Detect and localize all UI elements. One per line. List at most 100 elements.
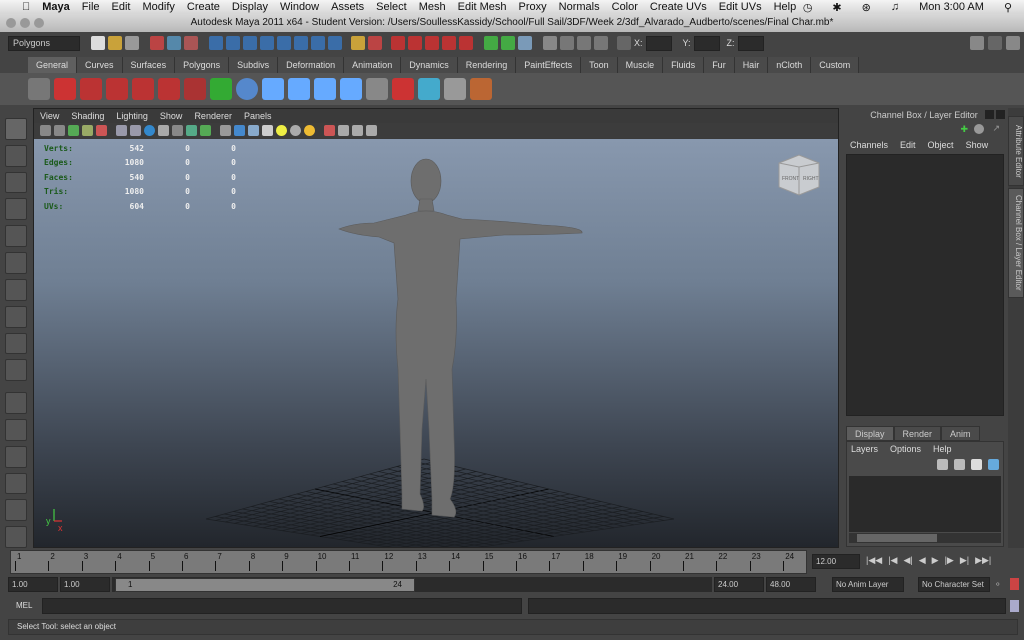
joint-icon[interactable] bbox=[340, 78, 362, 100]
save-scene-icon[interactable] bbox=[125, 36, 139, 50]
select-misc-icon[interactable] bbox=[328, 36, 342, 50]
render-settings-icon[interactable] bbox=[594, 36, 608, 50]
textured-icon[interactable] bbox=[262, 125, 273, 136]
menu-channels[interactable]: Channels bbox=[850, 138, 888, 152]
move-tool-icon[interactable] bbox=[5, 198, 27, 221]
menu-proxy[interactable]: Proxy bbox=[513, 1, 553, 13]
shelf-tab-subdivs[interactable]: Subdivs bbox=[229, 57, 279, 73]
snap-view-plane-icon[interactable] bbox=[442, 36, 456, 50]
select-camera-icon[interactable] bbox=[40, 125, 51, 136]
shelf-tab-toon[interactable]: Toon bbox=[581, 57, 618, 73]
shelf-tab-dynamics[interactable]: Dynamics bbox=[401, 57, 458, 73]
time-slider[interactable]: 1 2 3 4 5 6 7 8 9 10 11 12 13 14 15 16 17 18 19 20 21 22 23 24 bbox=[10, 550, 807, 574]
command-line-input[interactable] bbox=[42, 598, 522, 614]
gate-mask-icon[interactable] bbox=[158, 125, 169, 136]
step-forward-key-icon[interactable]: |▶ bbox=[945, 555, 954, 566]
minimize-window-button[interactable] bbox=[20, 18, 30, 28]
shelf-tab-custom[interactable]: Custom bbox=[811, 57, 860, 73]
wireframe-on-shaded-icon[interactable] bbox=[248, 125, 259, 136]
end-time-field[interactable]: 48.00 bbox=[766, 577, 816, 592]
ipr-render-icon[interactable] bbox=[577, 36, 591, 50]
menu-assets[interactable]: Assets bbox=[325, 1, 370, 13]
viewport-menu-renderer[interactable]: Renderer bbox=[194, 109, 232, 123]
menu-options[interactable]: Options bbox=[890, 442, 921, 456]
tab-attribute-editor[interactable]: Attribute Editor bbox=[1008, 116, 1024, 186]
grid-icon[interactable] bbox=[116, 125, 127, 136]
start-time-field[interactable]: 1.00 bbox=[8, 577, 58, 592]
menu-create[interactable]: Create bbox=[181, 1, 226, 13]
menu-modify[interactable]: Modify bbox=[136, 1, 180, 13]
horizontal-scrollbar[interactable] bbox=[849, 533, 1001, 543]
scale-tool-icon[interactable] bbox=[5, 252, 27, 274]
viewcube-right-face[interactable]: RIGHT bbox=[803, 176, 819, 182]
channel-list[interactable] bbox=[846, 154, 1004, 416]
clock[interactable]: Mon 3:00 AM bbox=[913, 1, 990, 13]
shelf-tool-icon[interactable] bbox=[470, 78, 492, 100]
shelf-tool-icon[interactable] bbox=[392, 78, 414, 100]
playback-end-field[interactable]: 24.00 bbox=[714, 577, 764, 592]
shelf-tool-icon[interactable] bbox=[80, 78, 102, 100]
menu-window[interactable]: Window bbox=[274, 1, 325, 13]
safe-title-icon[interactable] bbox=[200, 125, 211, 136]
snap-curve-icon[interactable] bbox=[408, 36, 422, 50]
persp-outliner-layout-icon[interactable] bbox=[5, 472, 27, 495]
go-to-end-icon[interactable]: ▶▶| bbox=[975, 555, 991, 566]
shelf-tab-curves[interactable]: Curves bbox=[77, 57, 123, 73]
shelf-tab-animation[interactable]: Animation bbox=[344, 57, 402, 73]
joint-icon[interactable] bbox=[262, 78, 284, 100]
bookmarks-icon[interactable] bbox=[68, 125, 79, 136]
menu-color[interactable]: Color bbox=[606, 1, 644, 13]
move-layer-up-icon[interactable] bbox=[937, 459, 948, 470]
shelf-tab-muscle[interactable]: Muscle bbox=[617, 57, 664, 73]
persp-graph-layout-icon[interactable] bbox=[5, 445, 27, 468]
shelf-tab-fluids[interactable]: Fluids bbox=[663, 57, 705, 73]
manipulator-tool-icon[interactable] bbox=[5, 278, 27, 301]
shading-icon[interactable] bbox=[974, 124, 984, 134]
select-rendering-icon[interactable] bbox=[311, 36, 325, 50]
step-forward-frame-icon[interactable]: ▶| bbox=[960, 555, 969, 566]
bluetooth-icon[interactable]: ✱ bbox=[826, 1, 847, 14]
film-reel-icon[interactable] bbox=[28, 78, 50, 100]
close-window-button[interactable] bbox=[6, 18, 16, 28]
menu-layers[interactable]: Layers bbox=[851, 442, 878, 456]
new-scene-icon[interactable] bbox=[91, 36, 105, 50]
apple-icon[interactable]:  bbox=[16, 1, 36, 13]
soft-mod-tool-icon[interactable] bbox=[5, 305, 27, 328]
select-deformations-icon[interactable] bbox=[277, 36, 291, 50]
menu-display[interactable]: Display bbox=[226, 1, 274, 13]
select-tool-icon[interactable] bbox=[5, 118, 27, 140]
input-connections-icon[interactable] bbox=[484, 36, 498, 50]
open-scene-icon[interactable] bbox=[108, 36, 122, 50]
play-forwards-icon[interactable]: ▶ bbox=[932, 555, 939, 566]
camera-attributes-icon[interactable] bbox=[54, 125, 65, 136]
film-gate-icon[interactable] bbox=[130, 125, 141, 136]
menu-mesh[interactable]: Mesh bbox=[413, 1, 452, 13]
menu-edit[interactable]: Edit bbox=[900, 138, 916, 152]
field-chart-icon[interactable] bbox=[172, 125, 183, 136]
snap-grid-icon[interactable] bbox=[391, 36, 405, 50]
outliner-layout-icon[interactable] bbox=[5, 499, 27, 522]
tab-render[interactable]: Render bbox=[893, 426, 942, 441]
float-panel-icon[interactable] bbox=[985, 110, 994, 119]
ambient-occlusion-icon[interactable] bbox=[366, 125, 377, 136]
shelf-tool-icon[interactable] bbox=[210, 78, 232, 100]
select-curves-icon[interactable] bbox=[243, 36, 257, 50]
viewport-menu-view[interactable]: View bbox=[40, 109, 59, 123]
menu-normals[interactable]: Normals bbox=[553, 1, 606, 13]
resolution-gate-icon[interactable] bbox=[144, 125, 155, 136]
shelf-tab-general[interactable]: General bbox=[28, 57, 78, 73]
go-to-start-icon[interactable]: |◀◀ bbox=[866, 555, 882, 566]
z-field[interactable] bbox=[737, 35, 764, 51]
shelf-tab-surfaces[interactable]: Surfaces bbox=[122, 57, 176, 73]
image-plane-icon[interactable] bbox=[82, 125, 93, 136]
viewport-menu-shading[interactable]: Shading bbox=[71, 109, 104, 123]
render-frame-icon[interactable] bbox=[560, 36, 574, 50]
spotlight-icon[interactable]: ⚲ bbox=[998, 1, 1018, 14]
viewport-menu-show[interactable]: Show bbox=[160, 109, 183, 123]
select-component-icon[interactable] bbox=[184, 36, 198, 50]
shelf-tool-icon[interactable] bbox=[184, 78, 206, 100]
shadows-icon[interactable] bbox=[290, 125, 301, 136]
output-connections-icon[interactable] bbox=[501, 36, 515, 50]
shelf-tool-icon[interactable] bbox=[418, 78, 440, 100]
make-live-icon[interactable] bbox=[459, 36, 473, 50]
